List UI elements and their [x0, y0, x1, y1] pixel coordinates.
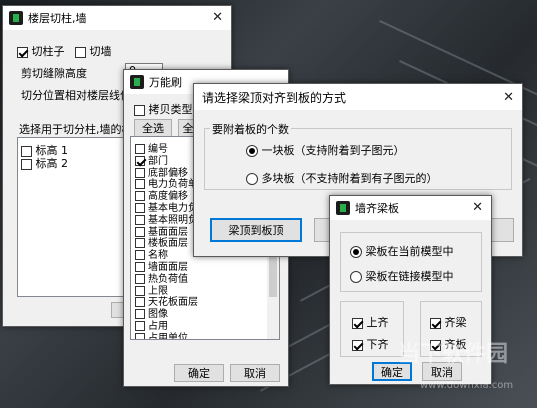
watermark-text: 当下软件园 — [398, 342, 509, 367]
levels-listbox: 标高 1 标高 2 — [17, 137, 129, 297]
cut-wall-option[interactable]: 切墙 — [75, 43, 112, 59]
close-icon[interactable]: ✕ — [472, 200, 483, 215]
level-label: 标高 2 — [35, 157, 69, 170]
cut-wall-label: 切墙 — [89, 45, 112, 58]
level-item[interactable]: 标高 2 — [21, 155, 68, 171]
cut-wall-checkbox[interactable] — [75, 46, 86, 58]
cut-column-label: 切柱子 — [31, 45, 65, 58]
beam-top-to-slab-button[interactable]: 梁顶到板顶 — [210, 218, 302, 242]
top-align-label: 上齐 — [366, 316, 389, 329]
close-icon[interactable]: ✕ — [212, 10, 223, 25]
beam-align-label: 齐梁 — [444, 316, 467, 329]
current-model-option[interactable]: 梁板在当前模型中 — [350, 243, 454, 259]
top-align-option[interactable]: 上齐 — [352, 314, 389, 330]
window-title: 墙齐梁板 — [355, 202, 399, 215]
floor-cut-titlebar[interactable]: 楼层切柱,墙 ✕ — [3, 6, 231, 30]
many-slab-radio[interactable] — [246, 173, 258, 185]
window-title: 楼层切柱,墙 — [28, 12, 87, 25]
watermark-url: www.downxia.com — [420, 380, 514, 391]
beam-align-option[interactable]: 齐梁 — [430, 314, 467, 330]
close-icon[interactable]: ✕ — [503, 90, 514, 105]
bottom-align-checkbox[interactable] — [352, 339, 363, 351]
copy-type-checkbox[interactable] — [134, 104, 145, 116]
app-icon — [9, 11, 23, 25]
bottom-align-option[interactable]: 下齐 — [352, 336, 389, 352]
beam-align-checkbox[interactable] — [430, 317, 441, 329]
many-slab-label: 多块板（不支持附着到有子图元的） — [261, 172, 438, 185]
bottom-align-label: 下齐 — [366, 338, 389, 351]
app-icon — [336, 201, 350, 215]
scroll-thumb[interactable] — [269, 257, 277, 297]
brush-cancel-button[interactable]: 取消 — [230, 364, 280, 382]
one-slab-label: 一块板（支持附着到子图元） — [261, 144, 405, 157]
many-slab-option[interactable]: 多块板（不支持附着到有子图元的） — [246, 170, 438, 186]
beam-align-titlebar[interactable]: 请选择梁顶对齐到板的方式 ✕ — [194, 84, 522, 110]
current-model-label: 梁板在当前模型中 — [365, 245, 454, 258]
window-title: 请选择梁顶对齐到板的方式 — [202, 90, 347, 105]
one-slab-radio[interactable] — [246, 145, 258, 157]
slab-count-group-title: 要附着板的个数 — [210, 121, 291, 137]
cut-height-label: 剪切缝隙高度 — [21, 67, 87, 80]
brush-ok-button[interactable]: 确定 — [174, 364, 224, 382]
beam-align-button-3[interactable] — [490, 218, 514, 242]
linked-model-option[interactable]: 梁板在链接模型中 — [350, 268, 454, 284]
copy-type-label: 拷贝类型 — [148, 103, 193, 116]
window-title: 万能刷 — [149, 76, 182, 89]
app-icon — [130, 75, 144, 89]
copy-type-option[interactable]: 拷贝类型 — [134, 101, 193, 117]
wall-align-titlebar[interactable]: 墙齐梁板 ✕ — [330, 196, 491, 220]
linked-model-radio[interactable] — [350, 271, 362, 283]
one-slab-option[interactable]: 一块板（支持附着到子图元） — [246, 142, 405, 158]
current-model-radio[interactable] — [350, 246, 362, 258]
level-checkbox[interactable] — [21, 158, 32, 170]
property-checkbox[interactable] — [135, 332, 145, 339]
property-label: 占用单位 — [148, 332, 188, 340]
cut-column-checkbox[interactable] — [17, 46, 28, 58]
cut-column-option[interactable]: 切柱子 — [17, 43, 65, 59]
linked-model-label: 梁板在链接模型中 — [365, 270, 454, 283]
select-all-button[interactable]: 全选 — [134, 119, 172, 137]
property-item[interactable]: 占用单位 — [135, 329, 188, 340]
top-align-checkbox[interactable] — [352, 317, 363, 329]
